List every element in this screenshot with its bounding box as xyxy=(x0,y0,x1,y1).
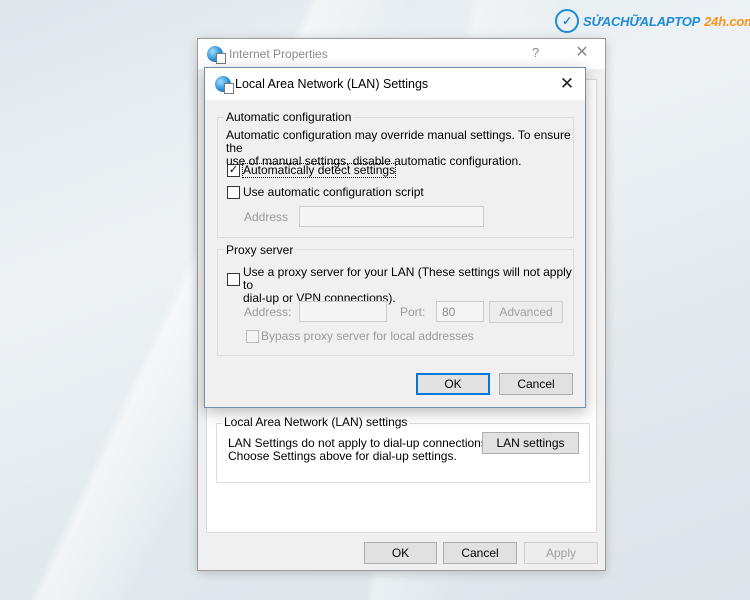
close-icon[interactable]: ✕ xyxy=(555,73,579,95)
lan-section-label: Local Area Network (LAN) settings xyxy=(222,415,410,429)
help-button[interactable]: ? xyxy=(532,45,542,61)
auto-config-label: Automatic configuration xyxy=(224,110,354,124)
ok-button[interactable]: OK xyxy=(364,542,437,564)
auto-script-address-label: Address xyxy=(244,210,289,224)
dialog-title-bar[interactable]: Local Area Network (LAN) Settings ✕ xyxy=(205,68,585,100)
wrench-logo-icon: ✓ xyxy=(555,9,579,33)
watermark: ✓ SỬACHỮALAPTOP24h.com xyxy=(555,8,750,34)
cancel-button[interactable]: Cancel xyxy=(499,373,573,395)
title-bar[interactable]: Internet Properties ? ✕ xyxy=(198,39,605,69)
auto-script-checkbox[interactable] xyxy=(227,186,240,199)
lan-note-line-2: Choose Settings above for dial-up settin… xyxy=(228,449,457,463)
ok-button[interactable]: OK xyxy=(416,373,490,395)
apply-button[interactable]: Apply xyxy=(524,542,598,564)
proxy-port-label: Port: xyxy=(400,305,426,319)
watermark-text-main: SỬACHỮALAPTOP xyxy=(583,13,701,29)
use-proxy-label[interactable]: Use a proxy server for your LAN (These s… xyxy=(243,266,585,305)
lan-note: LAN Settings do not apply to dial-up con… xyxy=(228,437,490,463)
auto-config-description-line-1: Automatic configuration may override man… xyxy=(226,128,571,155)
proxy-server-label: Proxy server xyxy=(224,243,296,257)
lan-settings-button[interactable]: LAN settings xyxy=(482,432,579,454)
proxy-address-input[interactable] xyxy=(299,301,387,322)
proxy-address-label: Address: xyxy=(244,305,292,319)
auto-script-label[interactable]: Use automatic configuration script xyxy=(243,186,424,199)
bypass-proxy-label[interactable]: Bypass proxy server for local addresses xyxy=(261,330,474,343)
window-title: Internet Properties xyxy=(229,47,328,61)
close-icon[interactable]: ✕ xyxy=(570,42,594,64)
auto-detect-label[interactable]: Automatically detect settings xyxy=(241,163,397,178)
auto-script-address-input[interactable] xyxy=(299,206,484,227)
bypass-proxy-checkbox[interactable] xyxy=(246,330,259,343)
lan-settings-dialog: Local Area Network (LAN) Settings ✕ Auto… xyxy=(204,67,586,408)
internet-options-icon xyxy=(215,76,234,94)
internet-options-icon xyxy=(207,46,226,64)
dialog-title: Local Area Network (LAN) Settings xyxy=(235,77,429,91)
watermark-text-domain: 24h.com xyxy=(704,13,750,29)
advanced-button[interactable]: Advanced xyxy=(489,301,563,323)
use-proxy-checkbox[interactable] xyxy=(227,273,240,286)
use-proxy-label-line-1: Use a proxy server for your LAN (These s… xyxy=(243,265,572,292)
proxy-port-input[interactable] xyxy=(436,301,484,322)
cancel-button[interactable]: Cancel xyxy=(443,542,517,564)
auto-detect-checkbox[interactable]: ✓ xyxy=(227,164,240,177)
